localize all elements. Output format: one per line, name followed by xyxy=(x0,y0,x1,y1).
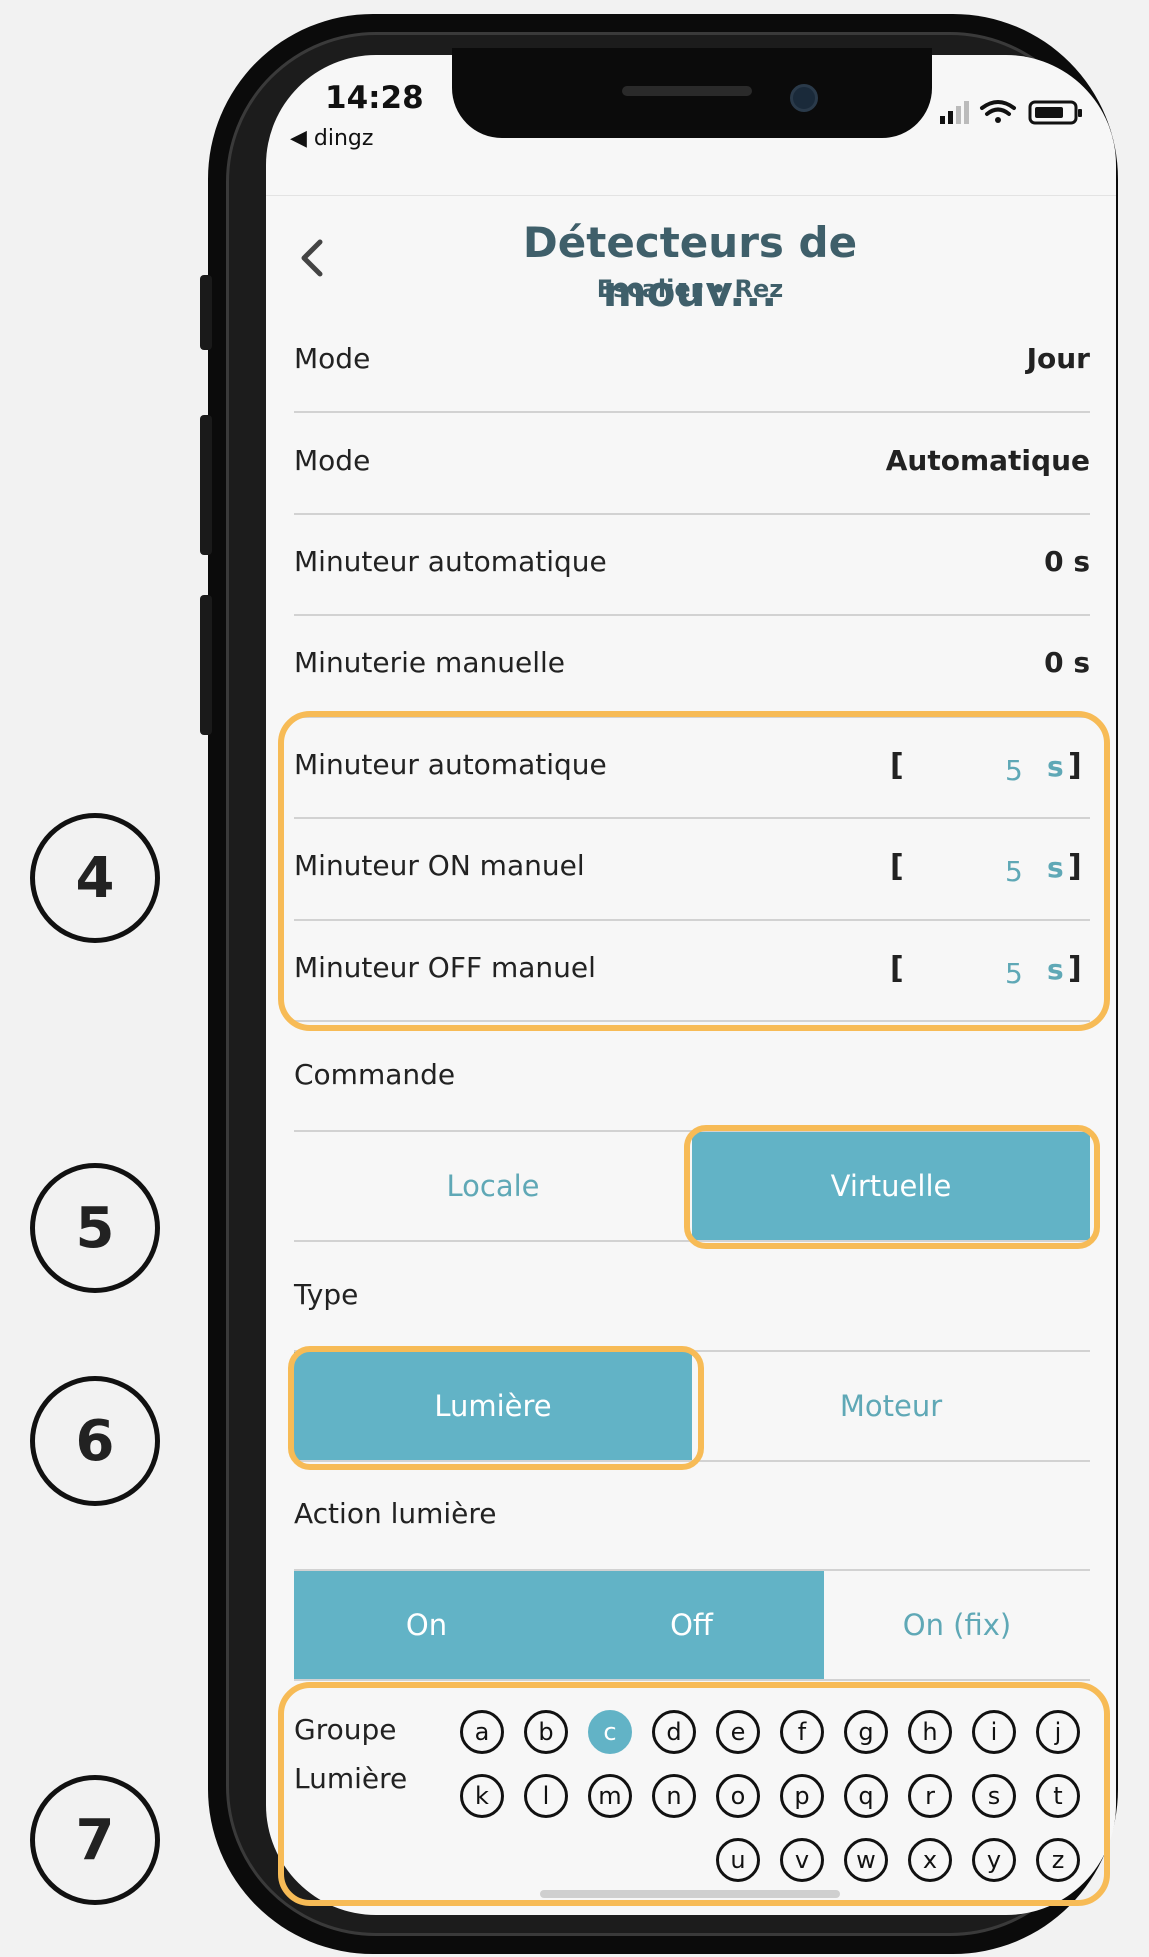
group-letter-c[interactable]: c xyxy=(588,1710,632,1754)
battery-icon xyxy=(1028,100,1082,125)
mode-label: Mode xyxy=(294,342,371,375)
group-letter-n[interactable]: n xyxy=(652,1774,696,1818)
group-letter-e[interactable]: e xyxy=(716,1710,760,1754)
auto-timer-value: 0 s xyxy=(1044,545,1090,578)
group-letter-l[interactable]: l xyxy=(524,1774,568,1818)
group-letter-x[interactable]: x xyxy=(908,1838,952,1882)
group-letter-z[interactable]: z xyxy=(1036,1838,1080,1882)
group-letter-g[interactable]: g xyxy=(844,1710,888,1754)
group-letter-d[interactable]: d xyxy=(652,1710,696,1754)
divider xyxy=(294,1679,1090,1681)
group-letter-h[interactable]: h xyxy=(908,1710,952,1754)
front-camera xyxy=(790,84,818,112)
back-chevron-icon[interactable] xyxy=(292,236,332,280)
type-moteur-button[interactable]: Moteur xyxy=(692,1352,1090,1460)
action-on-button[interactable]: On xyxy=(294,1571,559,1679)
group-letter-u[interactable]: u xyxy=(716,1838,760,1882)
callout-5: 5 xyxy=(30,1163,160,1293)
group-letter-s[interactable]: s xyxy=(972,1774,1016,1818)
callout-7: 7 xyxy=(30,1775,160,1905)
page-subtitle: Escalier • Rez xyxy=(596,275,784,303)
group-letter-k[interactable]: k xyxy=(460,1774,504,1818)
divider xyxy=(294,614,1090,616)
group-letter-p[interactable]: p xyxy=(780,1774,824,1818)
group-letter-b[interactable]: b xyxy=(524,1710,568,1754)
mode-label: Mode xyxy=(294,444,371,477)
group-letter-a[interactable]: a xyxy=(460,1710,504,1754)
mode-value[interactable]: Automatique xyxy=(790,444,1090,477)
group-letter-i[interactable]: i xyxy=(972,1710,1016,1754)
divider xyxy=(294,513,1090,515)
timers-highlight xyxy=(278,711,1110,1031)
group-letter-r[interactable]: r xyxy=(908,1774,952,1818)
header-separator xyxy=(266,195,1116,196)
status-time: 14:28 xyxy=(325,80,424,116)
type-label: Type xyxy=(294,1278,359,1311)
action-on-fix-button[interactable]: On (fix) xyxy=(824,1571,1090,1679)
status-icons xyxy=(940,100,1082,125)
group-letter-j[interactable]: j xyxy=(1036,1710,1080,1754)
manual-timer-label: Minuterie manuelle xyxy=(294,646,565,679)
divider xyxy=(294,411,1090,413)
wifi-icon xyxy=(980,100,1016,123)
type-highlight xyxy=(288,1346,704,1470)
commande-highlight xyxy=(684,1125,1100,1249)
action-label: Action lumière xyxy=(294,1497,497,1530)
group-letter-o[interactable]: o xyxy=(716,1774,760,1818)
mode-value[interactable]: Jour xyxy=(790,342,1090,375)
action-off-button[interactable]: Off xyxy=(559,1571,824,1679)
home-indicator[interactable] xyxy=(540,1890,840,1898)
commande-label: Commande xyxy=(294,1058,456,1091)
group-letter-w[interactable]: w xyxy=(844,1838,888,1882)
callout-6: 6 xyxy=(30,1376,160,1506)
back-to-app-link[interactable]: ◀ dingz xyxy=(290,126,373,151)
speaker xyxy=(622,86,752,96)
group-letter-y[interactable]: y xyxy=(972,1838,1016,1882)
volume-down-button xyxy=(200,595,212,735)
mute-switch xyxy=(200,275,212,350)
group-letter-f[interactable]: f xyxy=(780,1710,824,1754)
commande-locale-button[interactable]: Locale xyxy=(294,1132,692,1240)
group-letter-t[interactable]: t xyxy=(1036,1774,1080,1818)
group-letter-m[interactable]: m xyxy=(588,1774,632,1818)
volume-up-button xyxy=(200,415,212,555)
group-letter-v[interactable]: v xyxy=(780,1838,824,1882)
callout-4: 4 xyxy=(30,813,160,943)
signal-icon xyxy=(940,101,969,124)
group-letter-q[interactable]: q xyxy=(844,1774,888,1818)
manual-timer-value: 0 s xyxy=(1044,646,1090,679)
auto-timer-label: Minuteur automatique xyxy=(294,545,607,578)
